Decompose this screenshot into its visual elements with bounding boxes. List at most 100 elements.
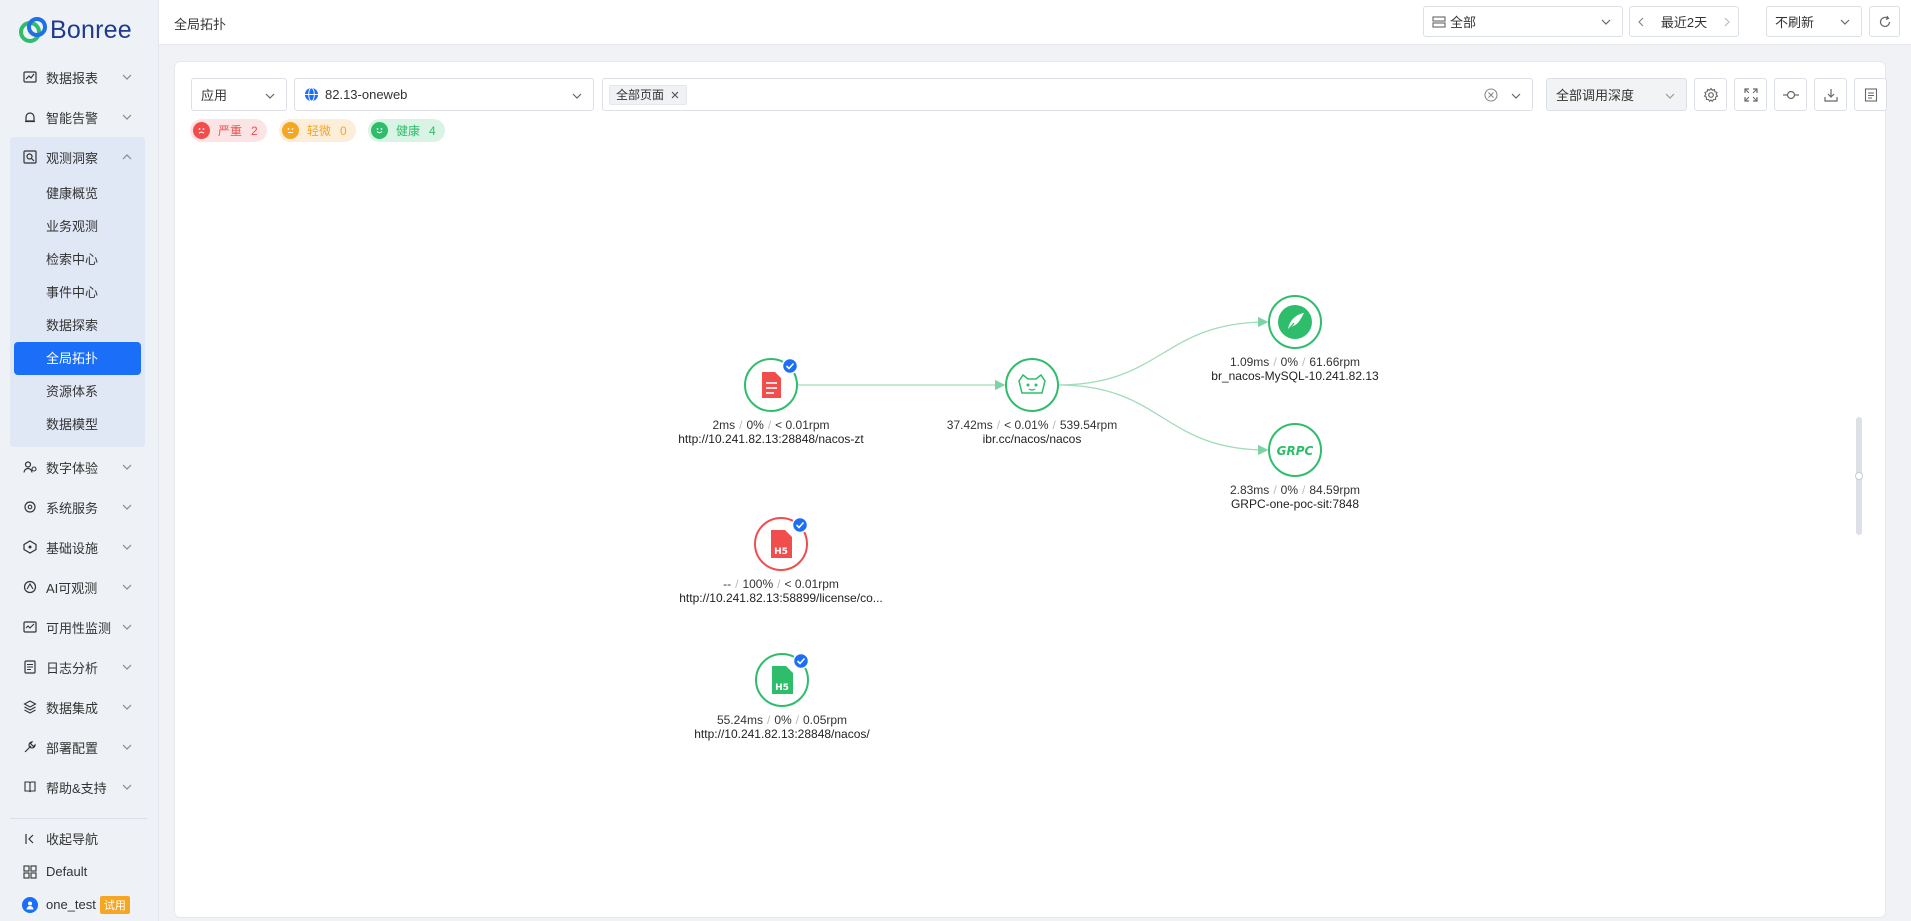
node-metric-value: 0% (1280, 483, 1298, 497)
help-icon (22, 779, 38, 795)
topology-node[interactable]: H5 (755, 652, 810, 707)
menu-item-infrastructure[interactable]: 基础设施 (0, 527, 159, 567)
topology-node[interactable]: GRPC (1268, 423, 1322, 477)
status-healthy-filter[interactable]: 健康 4 (368, 119, 445, 142)
status-severe-label: 严重 (218, 124, 243, 138)
node-metrics: 1.09ms/0%/61.66rpm (1211, 355, 1378, 369)
refresh-select[interactable]: 不刷新 (1766, 6, 1862, 37)
chevron-down-icon (122, 74, 132, 80)
menu-label: 数据集成 (46, 700, 99, 716)
menu-item-data-integration[interactable]: 数据集成 (0, 687, 159, 727)
sidebar-item-global-topology[interactable]: 全局拓扑 (14, 342, 141, 375)
menu-item-alerts[interactable]: 智能告警 (0, 97, 159, 137)
topbar: 全局拓扑 全部 最近2天 不刷新 (159, 0, 1911, 45)
menu-label: 数据报表 (46, 70, 99, 86)
settings-button[interactable] (1694, 78, 1727, 111)
node-name[interactable]: http://10.241.82.13:28848/nacos-zt (678, 432, 863, 446)
list-view-button[interactable] (1854, 78, 1887, 111)
sidebar-item-health-overview[interactable]: 健康概览 (10, 177, 145, 210)
layout-button[interactable] (1774, 78, 1807, 111)
node-metric-value: -- (723, 577, 732, 591)
node-metrics: 55.24ms/0%/0.05rpm (694, 713, 869, 727)
scope-select[interactable]: 全部 (1423, 6, 1623, 37)
menu-item-observe[interactable]: 观测洞察 (10, 137, 145, 177)
time-range-value[interactable]: 最近2天 (1652, 12, 1716, 31)
sidebar-item-search-center[interactable]: 检索中心 (10, 243, 145, 276)
chevron-down-icon (122, 624, 132, 630)
avatar (22, 896, 38, 913)
sidebar-item-business-observe[interactable]: 业务观测 (10, 210, 145, 243)
sidebar-item-data-explore[interactable]: 数据探索 (10, 309, 145, 342)
node-name[interactable]: br_nacos-MySQL-10.241.82.13 (1211, 369, 1378, 383)
prev-range-button[interactable] (1630, 17, 1652, 27)
sidebar: Bonree 数据报表 智能告警 观测洞察 健康概览 业务观测 检索中心 事件中… (0, 0, 159, 921)
next-range-button[interactable] (1716, 17, 1738, 27)
menu-item-ai-observe[interactable]: AI可观测 (0, 567, 159, 607)
sidebar-item-event-center[interactable]: 事件中心 (10, 276, 145, 309)
app-select[interactable]: 82.13-oneweb (294, 78, 594, 111)
menu-item-deploy-config[interactable]: 部署配置 (0, 727, 159, 767)
menu-item-user-experience[interactable]: 数字体验 (0, 447, 159, 487)
fullscreen-button[interactable] (1734, 78, 1767, 111)
server-icon (1432, 15, 1446, 28)
menu-item-help[interactable]: 帮助&支持 (0, 767, 159, 807)
topology-node[interactable] (1268, 295, 1322, 349)
node-name[interactable]: http://10.241.82.13:58899/license/co... (679, 591, 882, 605)
logo[interactable]: Bonree (18, 12, 132, 48)
status-severe-filter[interactable]: 严重 2 (190, 119, 267, 142)
download-button[interactable] (1814, 78, 1847, 111)
collapse-nav-button[interactable]: 收起导航 (10, 822, 147, 855)
topology-node[interactable] (744, 357, 799, 412)
node-metric-value: < 0.01rpm (775, 418, 830, 432)
page-filter-tag-label: 全部页面 (616, 88, 665, 102)
node-metric-value: < 0.01rpm (784, 577, 839, 591)
chevron-down-icon (122, 784, 132, 790)
deploy-config-icon (22, 739, 38, 755)
node-name[interactable]: GRPC-one-poc-sit:7848 (1230, 497, 1360, 511)
page-filter-tag: 全部页面 (609, 84, 688, 105)
h5-icon: H5 (772, 666, 793, 694)
time-range[interactable]: 最近2天 (1629, 6, 1739, 37)
node-name[interactable]: http://10.241.82.13:28848/nacos/ (694, 727, 869, 741)
svg-text:H5: H5 (774, 547, 788, 557)
globe-icon (304, 87, 319, 102)
metric-separator: / (1273, 483, 1277, 497)
user-profile[interactable]: one_test 试用 (10, 888, 147, 921)
refresh-button[interactable] (1869, 6, 1900, 37)
chevron-down-icon (122, 114, 132, 120)
page-filter-select[interactable]: 全部页面 (602, 78, 1533, 111)
menu-label: 帮助&支持 (46, 780, 107, 796)
status-minor-filter[interactable]: 轻微 0 (279, 119, 356, 142)
chevron-down-icon (1601, 19, 1611, 25)
menu-item-reports[interactable]: 数据报表 (0, 57, 159, 97)
node-name[interactable]: ibr.cc/nacos/nacos (947, 432, 1117, 446)
user-name: one_test (46, 897, 96, 912)
availability-icon (22, 619, 38, 635)
node-metric-value: 84.59rpm (1309, 483, 1361, 497)
tag-close-icon[interactable] (670, 90, 680, 100)
scope-value: 全部 (1450, 15, 1477, 30)
menu-item-system-service[interactable]: 系统服务 (0, 487, 159, 527)
topology-node[interactable] (1005, 358, 1059, 412)
smile-face-icon (371, 122, 388, 139)
observe-icon (22, 149, 38, 165)
bonree-logo-icon (19, 17, 47, 43)
fullscreen-icon (1743, 87, 1758, 102)
depth-select[interactable]: 全部调用深度 (1546, 78, 1687, 111)
chevron-right-icon (1724, 17, 1730, 26)
menu-label: 基础设施 (46, 540, 99, 556)
workspace-label: Default (46, 864, 88, 879)
sidebar-item-resource-system[interactable]: 资源体系 (10, 375, 145, 408)
workspace-switch[interactable]: Default (10, 855, 147, 888)
list-icon (1864, 87, 1877, 102)
sidebar-item-data-model[interactable]: 数据模型 (10, 408, 145, 441)
node-label: 2ms/0% / < 0.01rpm http://10.241.82.13:2884… (678, 418, 863, 446)
zoom-slider-handle[interactable] (1855, 472, 1863, 480)
menu-item-log[interactable]: 日志分析 (0, 647, 159, 687)
topology-node[interactable]: H5 (754, 516, 809, 571)
type-select[interactable]: 应用 (191, 78, 287, 111)
menu-item-availability[interactable]: 可用性监测 (0, 607, 159, 647)
node-metric-value: 61.66rpm (1309, 355, 1361, 369)
sad-face-icon (193, 122, 210, 139)
clear-icon[interactable] (1484, 88, 1498, 102)
